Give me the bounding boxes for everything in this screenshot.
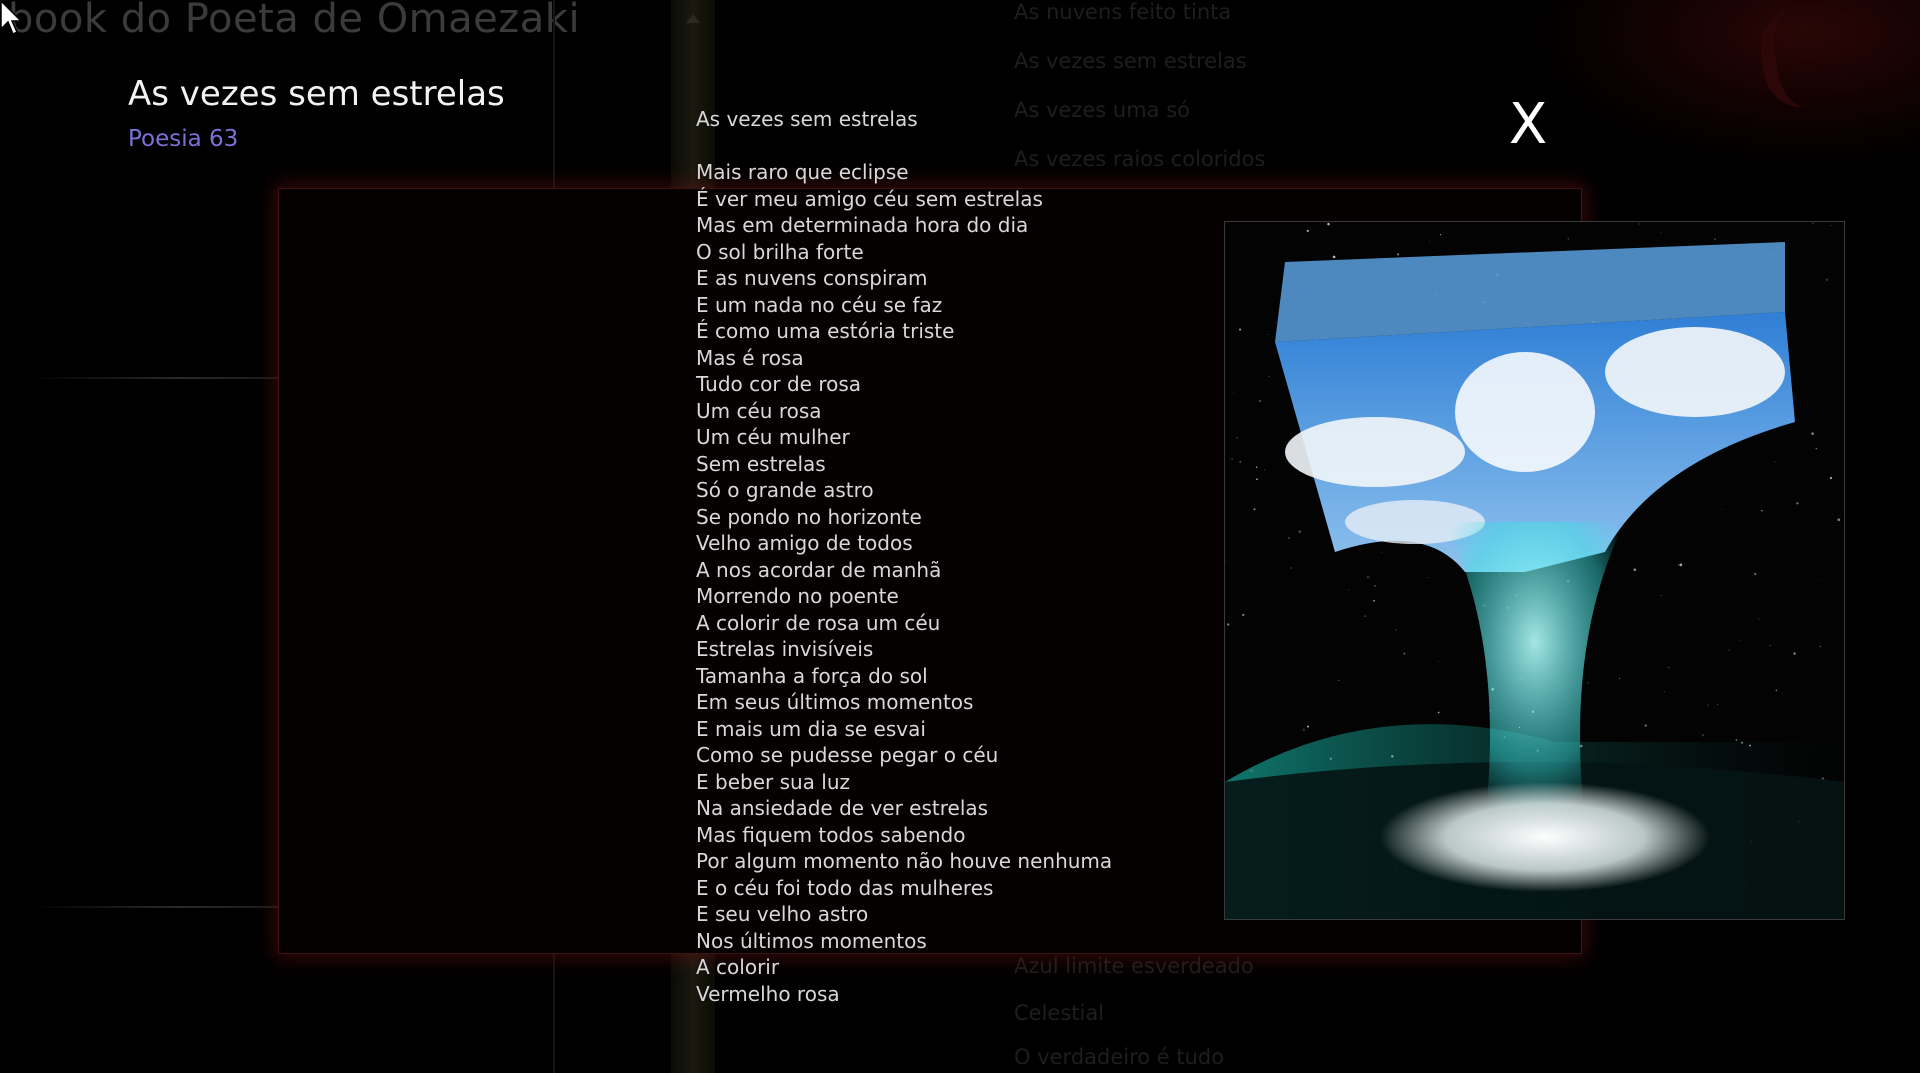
poem-line: Um céu mulher — [696, 425, 850, 449]
background-decoration — [1540, 0, 1920, 160]
poem-line: Nos últimos momentos — [696, 928, 927, 953]
poem-line: Se pondo no horizonte — [696, 504, 922, 529]
poem-number: Poesia 63 — [128, 126, 239, 152]
poem-lines: Mais raro que eclipse É ver meu amigo céu… — [696, 159, 1146, 1007]
artwork-illustration — [1225, 222, 1844, 919]
poem-line: Morrendo no poente — [696, 584, 899, 608]
poem-line: Mas fiquem todos sabendo — [696, 822, 966, 847]
poem-line: Só o grande astro — [696, 478, 874, 502]
poem-line: Velho amigo de todos — [696, 531, 913, 555]
poem-line: Por algum momento não houve nenhuma — [696, 849, 1113, 873]
poem-line: Na ansiedade de ver estrelas — [696, 796, 989, 820]
poem-line: E seu velho astro — [696, 902, 869, 926]
poem-line: E mais um dia se esvai — [696, 716, 926, 741]
poem-heading: As vezes sem estrelas — [128, 74, 505, 114]
poem-line: Mas em determinada hora do dia — [696, 213, 1029, 237]
divider-line — [30, 377, 278, 379]
poem-line: Tudo cor de rosa — [696, 372, 862, 396]
poem-line: Estrelas invisíveis — [696, 637, 874, 661]
poem-line: A colorir de rosa um céu — [696, 610, 941, 635]
poem-text: As vezes sem estrelas Mais raro que ecli… — [696, 106, 1146, 1007]
poem-line: E beber sua luz — [696, 769, 851, 794]
poem-line: Um céu rosa — [696, 398, 822, 423]
poem-artwork-image — [1224, 221, 1845, 920]
poem-line: E o céu foi todo das mulheres — [696, 875, 994, 900]
poem-line: É ver meu amigo céu sem estrelas — [696, 186, 1043, 211]
poem-line: A colorir — [696, 955, 780, 979]
divider-line — [30, 906, 278, 908]
poem-line: E um nada no céu se faz — [696, 292, 943, 317]
mouse-cursor-icon — [0, 0, 23, 36]
poem-line: Sem estrelas — [696, 451, 826, 476]
poem-line: Em seus últimos momentos — [696, 690, 974, 714]
poem-line: Vermelho rosa — [696, 981, 840, 1006]
poem-line: Tamanha a força do sol — [696, 663, 928, 688]
poem-line: O sol brilha forte — [696, 239, 864, 264]
poem-title: As vezes sem estrelas — [696, 107, 918, 131]
poem-line: A nos acordar de manhã — [696, 557, 942, 582]
background-list-item[interactable]: As nuvens feito tinta — [1014, 0, 1231, 24]
background-list-item[interactable]: As vezes sem estrelas — [1014, 49, 1247, 73]
app-title: book do Poeta de Omaezaki — [8, 0, 581, 42]
close-button[interactable]: X — [1506, 94, 1550, 156]
poem-line: Mais raro que eclipse — [696, 160, 909, 184]
poem-line: É como uma estória triste — [696, 319, 955, 343]
poem-line: E as nuvens conspiram — [696, 266, 928, 290]
scroll-up-arrow-icon[interactable] — [686, 14, 700, 23]
poem-line: Como se pudesse pegar o céu — [696, 743, 999, 767]
background-list-item[interactable]: O verdadeiro é tudo — [1014, 1045, 1224, 1069]
poem-line: Mas é rosa — [696, 345, 804, 370]
